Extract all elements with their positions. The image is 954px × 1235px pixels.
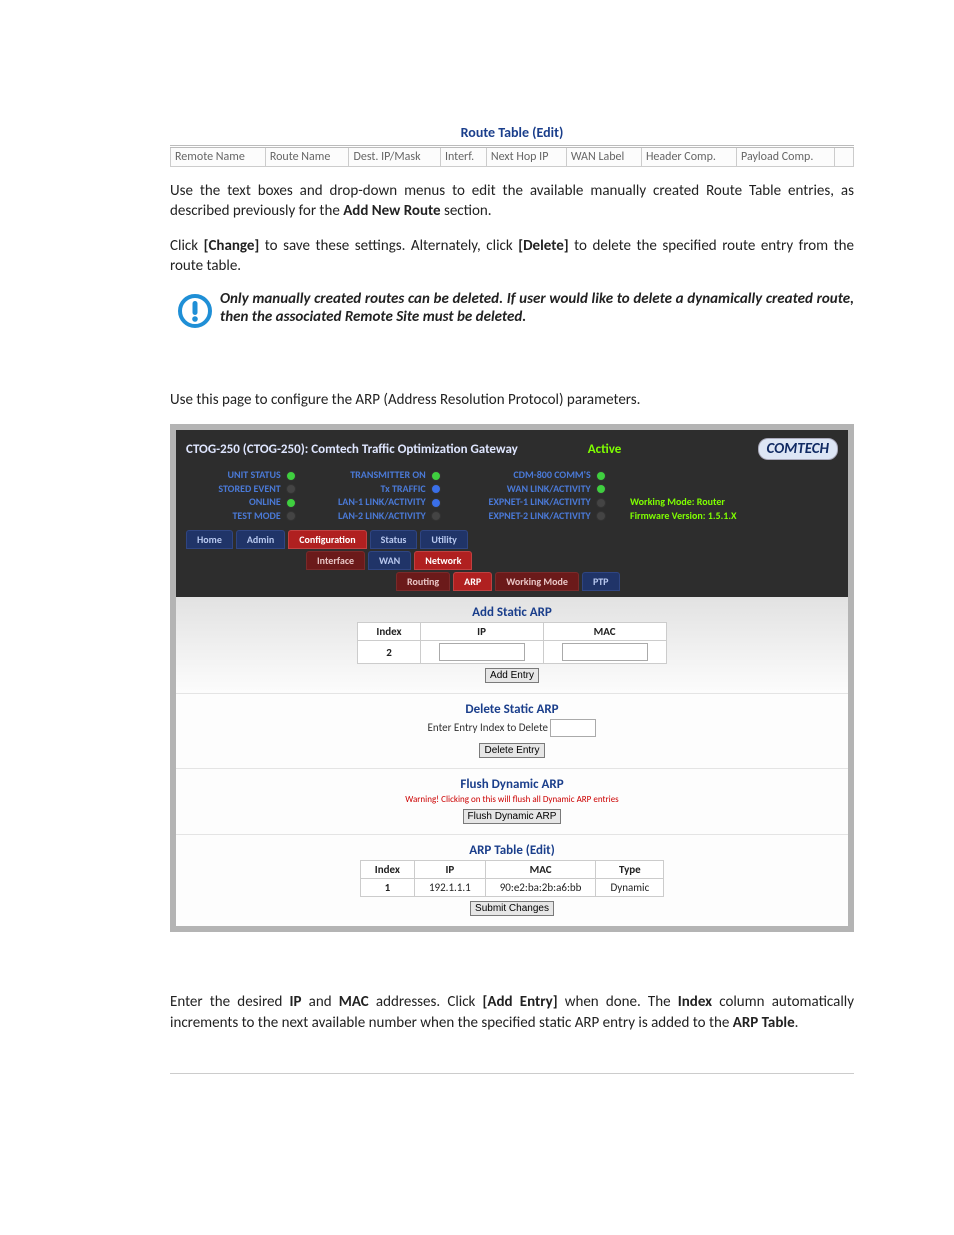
- arp-page-screenshot: CTOG-250 (CTOG-250): Comtech Traffic Opt…: [170, 424, 854, 932]
- cell-type: Dynamic: [596, 879, 664, 897]
- active-status: Active: [588, 442, 622, 457]
- col-remote-name: Remote Name: [171, 147, 266, 167]
- led-icon: [431, 511, 441, 521]
- tab-home[interactable]: Home: [186, 530, 233, 549]
- arp-intro: Use this page to configure the ARP (Addr…: [170, 390, 854, 410]
- col-header-comp: Header Comp.: [641, 147, 736, 167]
- note-row: Only manually created routes can be dele…: [170, 290, 854, 330]
- cell-index: 1: [385, 881, 391, 894]
- submit-changes-button[interactable]: Submit Changes: [470, 901, 554, 916]
- led-icon: [286, 484, 296, 494]
- expnet1-label: EXPNET-1 LINK/ACTIVITY: [488, 495, 590, 508]
- cell-mac: 90:e2:ba:2b:a6:bb: [485, 879, 596, 897]
- lan2-label: LAN-2 LINK/ACTIVITY: [338, 509, 426, 522]
- lan1-label: LAN-1 LINK/ACTIVITY: [338, 495, 426, 508]
- arp-table-edit-title: ARP Table (Edit): [176, 843, 848, 858]
- stored-event-label: STORED EVENT: [218, 482, 280, 495]
- col-next-hop-ip: Next Hop IP: [486, 147, 566, 167]
- led-icon: [596, 471, 606, 481]
- arp-table-edit: Index IP MAC Type 1 192.1.1.1 90:e2:ba:2…: [360, 860, 664, 897]
- tx-traffic-label: Tx TRAFFIC: [381, 482, 426, 495]
- tab-routing[interactable]: Routing: [396, 572, 450, 591]
- add-index-value: 2: [386, 646, 392, 659]
- device-title: CTOG-250 (CTOG-250): Comtech Traffic Opt…: [186, 442, 518, 457]
- firmware-value: 1.5.1.X: [708, 509, 737, 522]
- tab-admin[interactable]: Admin: [236, 530, 285, 549]
- delete-entry-button[interactable]: Delete Entry: [479, 743, 544, 758]
- info-icon: [176, 292, 214, 330]
- comtech-logo: COMTECH: [758, 438, 839, 460]
- col-index: Index: [360, 861, 414, 879]
- led-icon: [431, 484, 441, 494]
- tab-wan[interactable]: WAN: [368, 551, 411, 570]
- paragraph-add-entry-instructions: Enter the desired IP and MAC addresses. …: [170, 992, 854, 1033]
- online-label: ONLINE: [249, 495, 281, 508]
- route-table-edit-figure: Route Table (Edit) Remote Name Route Nam…: [170, 120, 854, 167]
- led-icon: [431, 471, 441, 481]
- col-spacer: [835, 147, 854, 167]
- route-table-edit-title: Route Table (Edit): [170, 120, 854, 145]
- col-dest-ip-mask: Dest. IP/Mask: [349, 147, 441, 167]
- add-static-arp-table: Index IP MAC 2: [357, 622, 666, 664]
- led-icon: [286, 511, 296, 521]
- led-icon: [286, 471, 296, 481]
- col-index: Index: [358, 623, 420, 641]
- delete-index-label: Enter Entry Index to Delete: [428, 721, 548, 734]
- add-static-arp-title: Add Static ARP: [176, 605, 848, 620]
- col-ip: IP: [414, 861, 485, 879]
- tab-utility[interactable]: Utility: [420, 530, 468, 549]
- paragraph-edit-instructions: Use the text boxes and drop-down menus t…: [170, 181, 854, 222]
- cell-ip: 192.1.1.1: [414, 879, 485, 897]
- tx-on-label: TRANSMITTER ON: [350, 468, 426, 481]
- tab-status[interactable]: Status: [370, 530, 418, 549]
- col-mac: MAC: [543, 623, 666, 641]
- tab-ptp[interactable]: PTP: [582, 572, 620, 591]
- paragraph-change-delete: Click [Change] to save these settings. A…: [170, 236, 854, 277]
- delete-static-arp-title: Delete Static ARP: [176, 702, 848, 717]
- tab-network[interactable]: Network: [414, 551, 472, 570]
- tab-working-mode[interactable]: Working Mode: [495, 572, 579, 591]
- delete-index-input[interactable]: [550, 719, 596, 737]
- tab-interface[interactable]: Interface: [306, 551, 365, 570]
- note-text: Only manually created routes can be dele…: [220, 290, 854, 326]
- col-type: Type: [596, 861, 664, 879]
- col-route-name: Route Name: [265, 147, 349, 167]
- firmware-label: Firmware Version:: [630, 509, 706, 522]
- footer-rule: [170, 1073, 854, 1074]
- led-icon: [596, 484, 606, 494]
- col-mac: MAC: [485, 861, 596, 879]
- flush-dynamic-arp-button[interactable]: Flush Dynamic ARP: [463, 809, 562, 824]
- unit-status-label: UNIT STATUS: [227, 468, 280, 481]
- led-icon: [431, 498, 441, 508]
- tab-configuration[interactable]: Configuration: [288, 530, 366, 549]
- flush-warning-text: Warning! Clicking on this will flush all…: [176, 794, 848, 805]
- col-ip: IP: [420, 623, 543, 641]
- table-row: 1 192.1.1.1 90:e2:ba:2b:a6:bb Dynamic: [360, 879, 663, 897]
- led-icon: [286, 498, 296, 508]
- led-icon: [596, 511, 606, 521]
- flush-dynamic-arp-title: Flush Dynamic ARP: [176, 777, 848, 792]
- route-table-edit-headers: Remote Name Route Name Dest. IP/Mask Int…: [170, 145, 854, 167]
- add-mac-input[interactable]: [562, 643, 648, 661]
- add-ip-input[interactable]: [439, 643, 525, 661]
- col-wan-label: WAN Label: [566, 147, 641, 167]
- wanlink-label: WAN LINK/ACTIVITY: [507, 482, 591, 495]
- col-payload-comp: Payload Comp.: [737, 147, 835, 167]
- working-mode-value: Router: [697, 495, 725, 508]
- cdm800-label: CDM-800 COMM'S: [513, 468, 590, 481]
- add-entry-button[interactable]: Add Entry: [485, 668, 539, 683]
- led-icon: [596, 498, 606, 508]
- tab-arp[interactable]: ARP: [453, 572, 492, 591]
- working-mode-label: Working Mode:: [630, 495, 695, 508]
- test-mode-label: TEST MODE: [232, 509, 280, 522]
- expnet2-label: EXPNET-2 LINK/ACTIVITY: [488, 509, 590, 522]
- col-interf: Interf.: [440, 147, 486, 167]
